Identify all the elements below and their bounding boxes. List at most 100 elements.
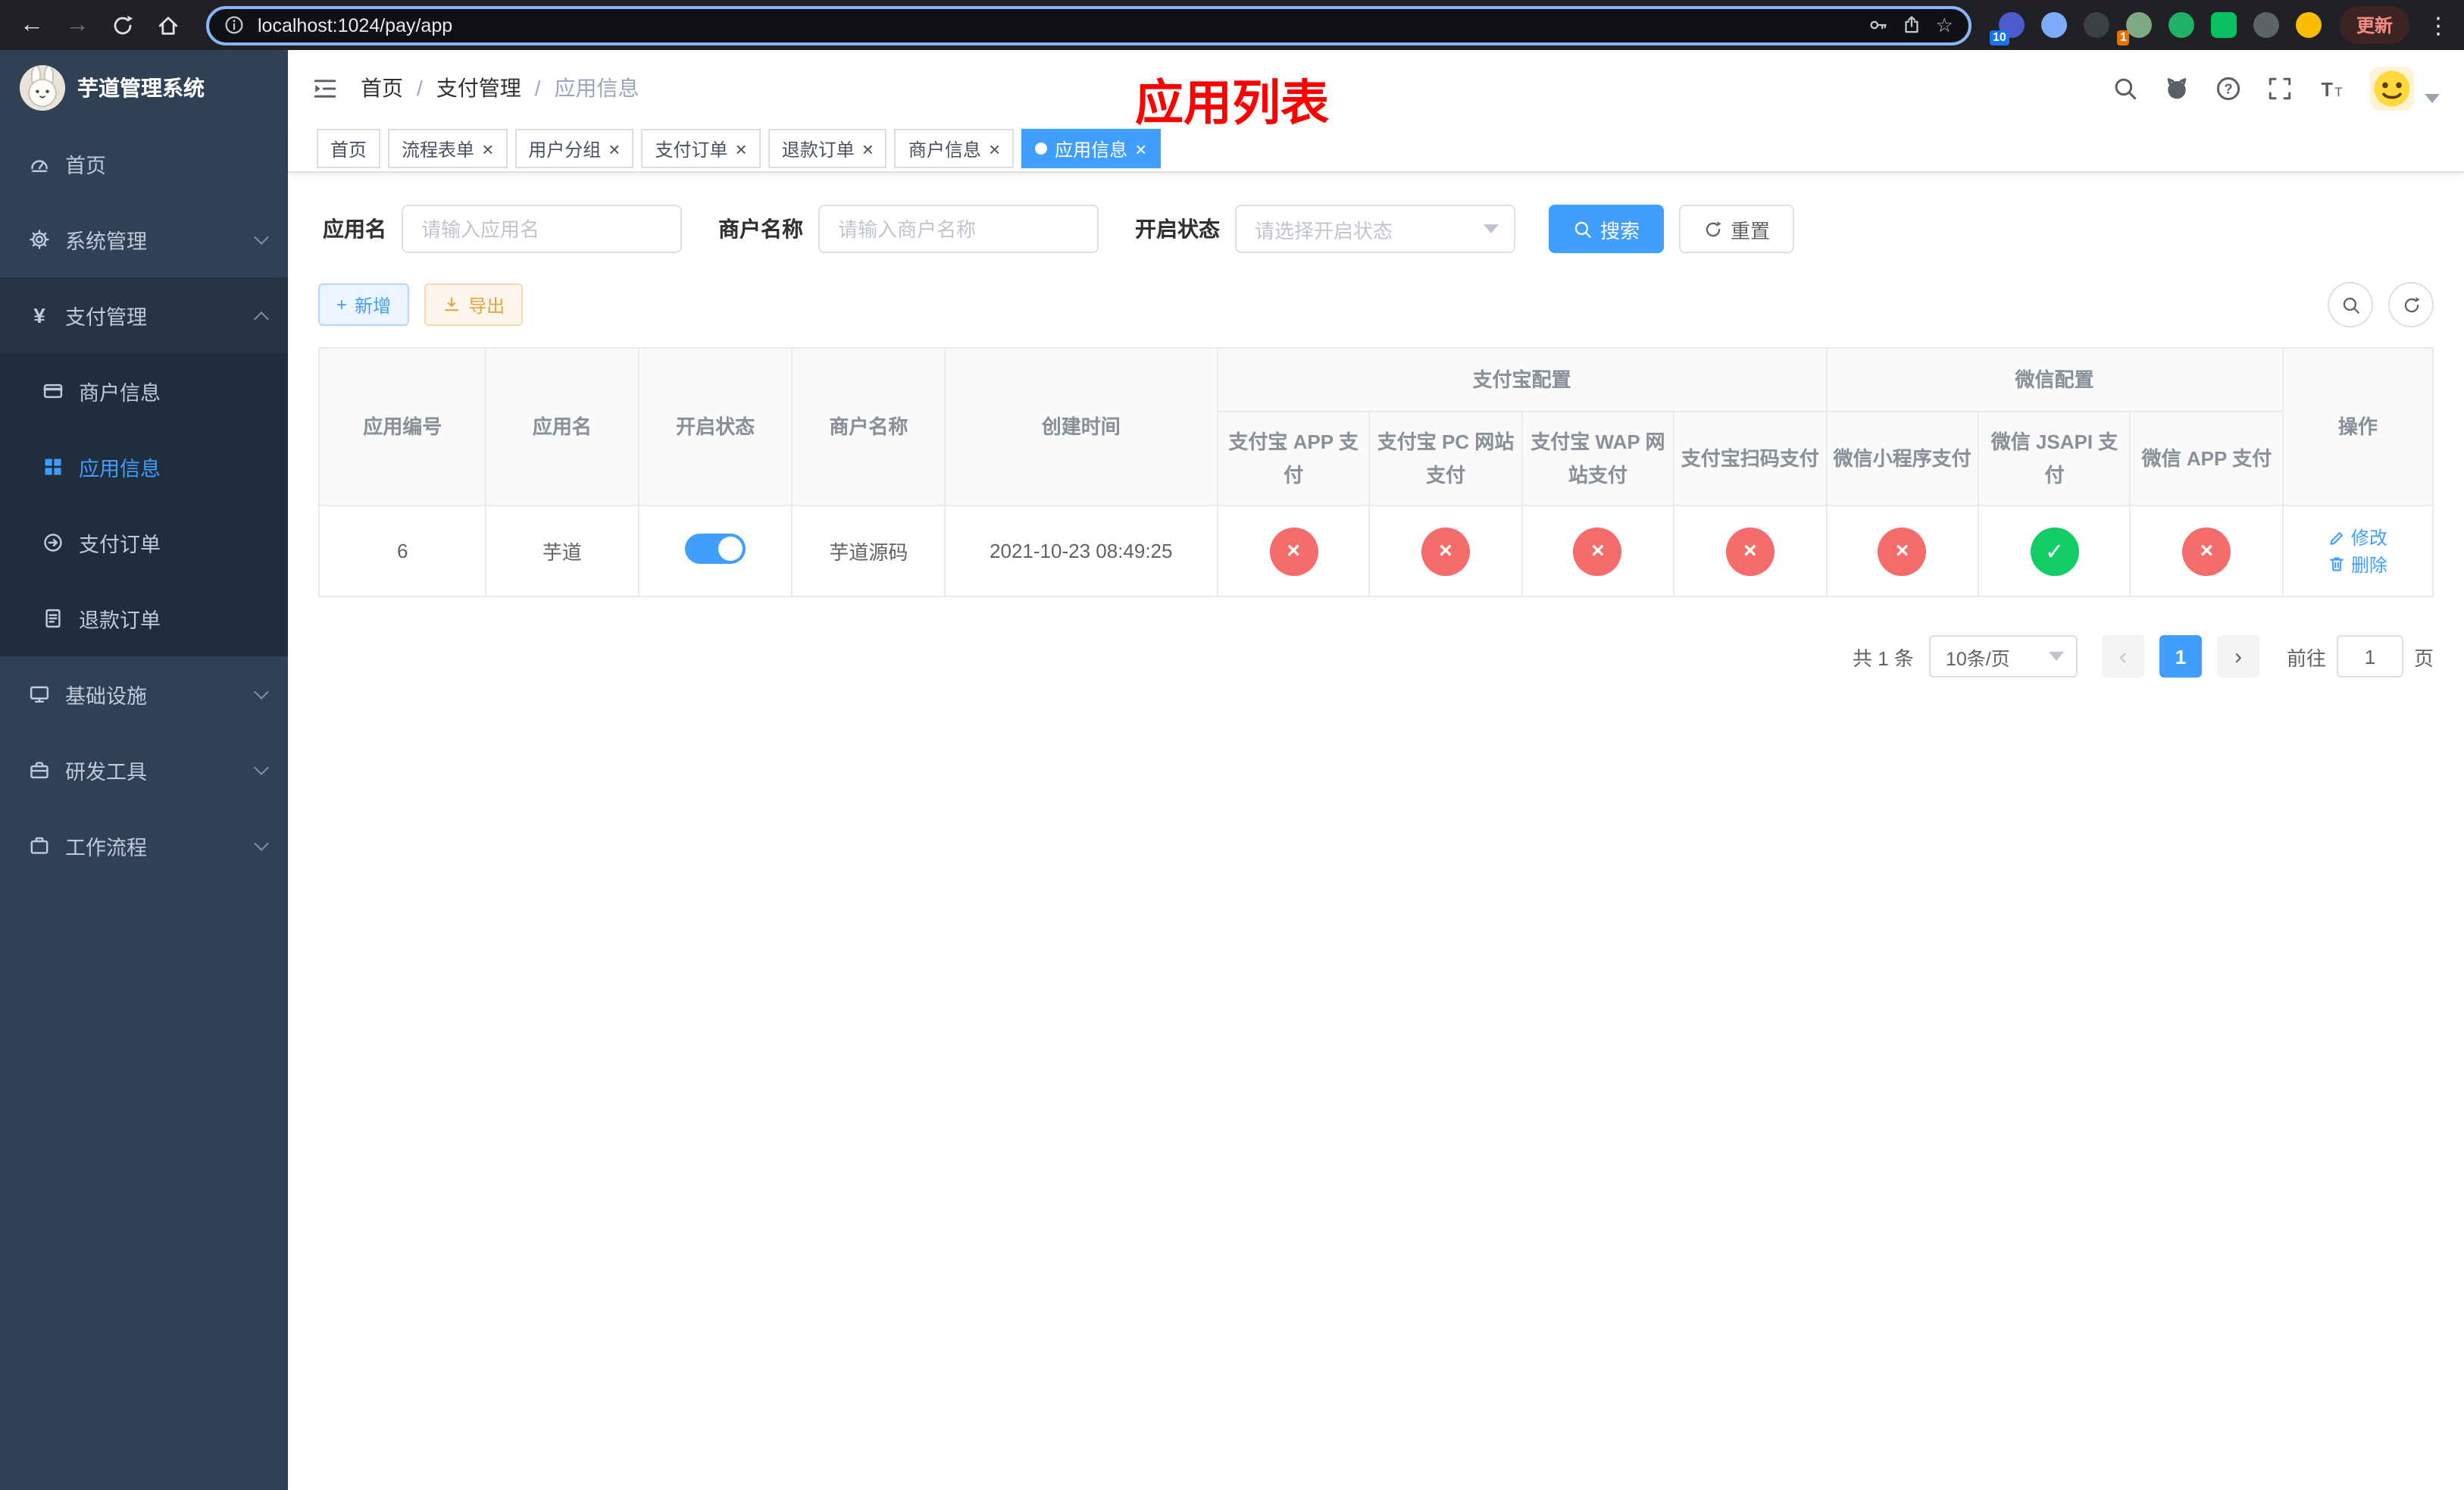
bookmark-star-icon[interactable]: ☆ <box>1936 13 1953 37</box>
delete-button[interactable]: 删除 <box>2328 552 2387 578</box>
fullscreen-icon[interactable] <box>2267 75 2293 101</box>
extension-dark-pin-icon[interactable] <box>2253 12 2279 38</box>
sidebar-item-payment-order[interactable]: 支付订单 <box>0 505 288 581</box>
breadcrumb-item[interactable]: 支付管理 <box>436 73 521 103</box>
extension-green-circle-icon[interactable] <box>2168 12 2194 38</box>
status-alipay-qr-disabled-icon: × <box>1725 527 1775 576</box>
sidebar-item-dev-tools[interactable]: 研发工具 <box>0 732 288 808</box>
browser-home-icon[interactable] <box>149 5 188 45</box>
tab-label: 商户信息 <box>908 139 981 160</box>
search-button[interactable]: 搜索 <box>1549 205 1665 253</box>
user-avatar[interactable] <box>2370 66 2414 110</box>
tab-label: 支付订单 <box>655 139 728 160</box>
browser-update-button[interactable]: 更新 <box>2339 6 2409 44</box>
close-icon[interactable]: × <box>1135 139 1146 158</box>
edit-button[interactable]: 修改 <box>2328 525 2387 551</box>
extension-green-chat-icon[interactable] <box>2210 12 2237 38</box>
close-icon[interactable]: × <box>989 139 1000 158</box>
apps-table: 应用编号 应用名 开启状态 商户名称 创建时间 支付宝配置 微信配置 操作 支付宝 APP 支付… <box>317 346 2434 598</box>
tab-merchant-info[interactable]: 商户信息 × <box>894 129 1015 168</box>
show-search-button[interactable] <box>2328 282 2373 327</box>
svg-text:T: T <box>2321 79 2333 100</box>
extension-dark-globe-icon[interactable] <box>2083 12 2109 38</box>
prev-page-button[interactable]: ‹ <box>2101 635 2144 678</box>
close-icon[interactable]: × <box>482 139 493 158</box>
table-toolbar: + 新增 导出 <box>318 282 2434 327</box>
breadcrumb-item[interactable]: 首页 <box>361 73 403 103</box>
edit-icon <box>2328 529 2347 547</box>
header-search-icon[interactable] <box>2112 75 2138 101</box>
sidebar-menu: 首页 系统管理 ¥ 支付管理 商户信息 应用信息 支付订单 退款订单 基础设施 研… <box>0 126 288 884</box>
sidebar-item-refund-order[interactable]: 退款订单 <box>0 581 288 656</box>
next-page-button[interactable]: › <box>2216 635 2259 678</box>
col-header-alipay-pc: 支付宝 PC 网站支付 <box>1368 411 1523 507</box>
site-info-icon[interactable] <box>224 15 244 35</box>
help-icon[interactable]: ? <box>2215 75 2241 101</box>
col-header-actions: 操作 <box>2281 346 2434 507</box>
breadcrumb-separator: / <box>417 76 423 100</box>
chevron-down-icon <box>1484 224 1499 233</box>
close-icon[interactable]: × <box>862 139 874 158</box>
col-header-alipay-wap: 支付宝 WAP 网站支付 <box>1521 411 1675 507</box>
url-text[interactable]: localhost:1024/pay/app <box>258 14 1856 36</box>
browser-menu-icon[interactable]: ⋮ <box>2425 11 2452 39</box>
extension-profile-icon[interactable]: 1 <box>2116 12 2152 45</box>
font-size-icon[interactable]: TT <box>2319 75 2344 101</box>
col-header-alipay-app: 支付宝 APP 支付 <box>1216 411 1371 507</box>
page-content: 应用名 商户名称 开启状态 请选择开启状态 搜索 重置 <box>288 173 2464 1490</box>
breadcrumb-separator: / <box>534 76 541 100</box>
submenu-payment: 商户信息 应用信息 支付订单 退款订单 <box>0 353 288 656</box>
extension-emoji-face-icon[interactable] <box>2295 12 2322 38</box>
tab-user-group[interactable]: 用户分组 × <box>514 129 634 168</box>
close-icon[interactable]: × <box>608 139 620 158</box>
sidebar-item-infrastructure[interactable]: 基础设施 <box>0 656 288 732</box>
sidebar-item-workflow[interactable]: 工作流程 <box>0 808 288 884</box>
tab-refund-order[interactable]: 退款订单 × <box>768 129 887 168</box>
add-button[interactable]: + 新增 <box>318 283 410 326</box>
sidebar-item-label: 支付订单 <box>79 534 161 556</box>
sidebar-item-system[interactable]: 系统管理 <box>0 202 288 277</box>
sidebar-item-label: 工作流程 <box>65 837 147 859</box>
sidebar-item-label: 商户信息 <box>79 382 161 405</box>
sidebar-item-app-info[interactable]: 应用信息 <box>0 429 288 505</box>
refresh-table-button[interactable] <box>2388 282 2434 327</box>
share-icon[interactable] <box>1903 15 1922 35</box>
goto-prefix: 前往 <box>2286 646 2326 670</box>
browser-reload-icon[interactable] <box>103 5 142 45</box>
sidebar-item-home[interactable]: 首页 <box>0 126 288 202</box>
browser-back-icon[interactable]: ← <box>12 5 52 45</box>
goto-page-input[interactable] <box>2336 635 2403 678</box>
password-key-icon[interactable] <box>1869 15 1889 35</box>
status-select[interactable]: 请选择开启状态 <box>1235 205 1515 253</box>
browser-forward-icon[interactable]: → <box>58 5 97 45</box>
sidebar-toggle-icon[interactable] <box>312 75 338 101</box>
page-size-select[interactable]: 10条/页 <box>1928 635 2078 678</box>
col-header-wechat-jsapi: 微信 JSAPI 支付 <box>1978 411 2131 507</box>
avatar-caret-icon[interactable] <box>2425 94 2440 103</box>
status-alipay-wap-disabled-icon: × <box>1573 527 1622 576</box>
order-icon <box>41 532 65 553</box>
page-1-button[interactable]: 1 <box>2159 635 2202 678</box>
tab-label: 退款订单 <box>781 139 855 160</box>
sidebar-item-merchant-info[interactable]: 商户信息 <box>0 353 288 429</box>
app-name-input[interactable] <box>402 205 682 253</box>
export-button[interactable]: 导出 <box>424 283 524 326</box>
close-icon[interactable]: × <box>736 139 747 158</box>
tools-icon <box>27 759 52 781</box>
reset-button[interactable]: 重置 <box>1679 205 1795 253</box>
address-bar[interactable]: localhost:1024/pay/app ☆ <box>206 5 1972 45</box>
tab-home[interactable]: 首页 <box>317 129 381 168</box>
workflow-icon <box>27 835 52 856</box>
col-header-1: 应用名 <box>485 346 639 507</box>
total-count: 共 1 条 <box>1853 646 1914 670</box>
tab-flow-form[interactable]: 流程表单 × <box>388 129 508 168</box>
screen: ← → localhost:1024/pay/app ☆ 10 1 更新 ⋮ 芋道… <box>0 0 2464 1490</box>
merchant-name-input[interactable] <box>818 205 1099 253</box>
sidebar-logo[interactable]: 芋道管理系统 <box>0 50 288 126</box>
extension-multicolor-icon[interactable]: 10 <box>1989 12 2025 45</box>
extension-blue-drop-icon[interactable] <box>2040 12 2067 38</box>
enabled-toggle[interactable] <box>685 534 746 565</box>
tab-payment-order[interactable]: 支付订单 × <box>641 129 761 168</box>
github-icon[interactable] <box>2164 75 2190 101</box>
sidebar-item-payment[interactable]: ¥ 支付管理 <box>0 277 288 353</box>
